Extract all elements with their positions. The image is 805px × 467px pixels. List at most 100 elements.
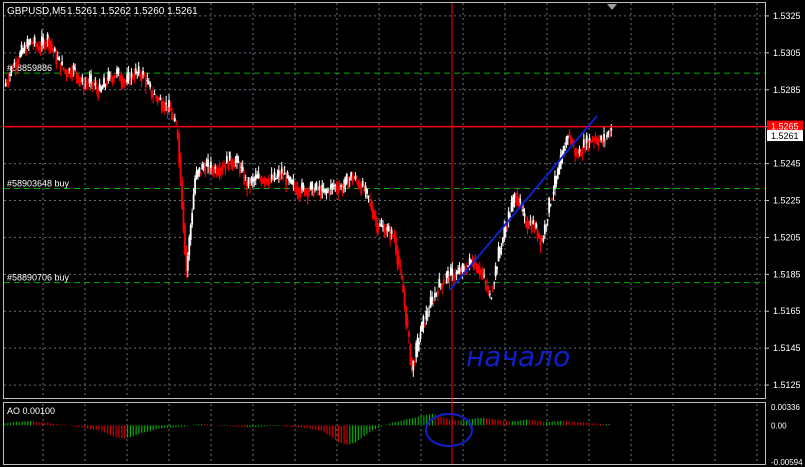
candle-body — [340, 185, 342, 187]
candle-body — [501, 237, 504, 243]
candle-body — [204, 165, 207, 175]
candle-body — [66, 70, 69, 77]
candle-body — [574, 148, 577, 157]
candle-body — [39, 47, 42, 50]
candle-body — [496, 267, 499, 269]
candle-body — [581, 149, 584, 156]
candle-body — [444, 279, 446, 282]
candle-body — [247, 177, 250, 186]
candle-body — [165, 102, 168, 105]
candle-body — [129, 79, 131, 85]
candle-body — [159, 98, 162, 100]
candle-body — [105, 82, 108, 86]
candle-body — [168, 99, 170, 107]
candle-body — [590, 140, 592, 143]
candle-body — [483, 275, 485, 277]
candle-body — [74, 68, 76, 70]
candle-body — [194, 178, 196, 194]
current-price-label: 1.5261 — [771, 131, 799, 141]
candle-body — [347, 182, 350, 189]
candle-body — [412, 360, 415, 371]
candle-body — [486, 285, 488, 291]
candle-body — [603, 133, 605, 142]
candle-body — [249, 184, 251, 187]
candle-body — [522, 209, 525, 212]
candle-body — [493, 282, 496, 284]
candle-body — [35, 44, 37, 46]
candle-body — [523, 213, 526, 217]
candle-body — [356, 180, 358, 182]
candle-body — [432, 300, 435, 304]
price-tick-label: 1.5205 — [773, 232, 801, 242]
price-tick-label: 1.5165 — [773, 306, 801, 316]
ao-tick-label: -0.00594 — [771, 458, 803, 467]
candle-body — [527, 222, 530, 230]
candle-body — [499, 248, 501, 255]
candle-body — [608, 132, 611, 137]
candle-body — [140, 74, 143, 81]
ao-label: AO 0.00100 — [7, 406, 55, 416]
candle-body — [311, 181, 314, 190]
candle-body — [169, 108, 172, 112]
candle-body — [462, 266, 465, 272]
candle-body — [600, 135, 603, 141]
candle-body — [506, 226, 509, 229]
candle-body — [361, 181, 364, 187]
candle-body — [374, 215, 377, 220]
candle-body — [454, 274, 457, 279]
price-tick-label: 1.5225 — [773, 196, 801, 206]
candle-body — [390, 229, 393, 234]
order-label: #58903648 buy — [7, 179, 70, 189]
price-tick-label: 1.5185 — [773, 269, 801, 279]
candle-body — [318, 186, 321, 191]
candle-body — [179, 156, 182, 180]
price-tick-label: 1.5145 — [773, 343, 801, 353]
candle-body — [568, 132, 571, 134]
candle-body — [142, 70, 144, 75]
candle-body — [238, 163, 241, 174]
candle-body — [210, 161, 212, 168]
candle-body — [227, 162, 230, 170]
price-tick-label: 1.5125 — [773, 380, 801, 390]
candle-body — [146, 79, 149, 82]
candle-body — [90, 74, 92, 83]
candle-body — [367, 195, 370, 197]
annotation-text: начало — [466, 340, 570, 373]
candle-body — [117, 68, 120, 74]
candle-body — [369, 198, 371, 200]
candle-body — [228, 151, 231, 162]
candle-body — [418, 342, 420, 345]
candle-body — [149, 83, 152, 88]
candle-body — [546, 219, 549, 221]
candle-body — [610, 128, 613, 131]
candle-body — [419, 332, 422, 339]
quote-values: 1.5261 1.5262 1.5260 1.5261 — [67, 6, 198, 17]
candle-body — [143, 74, 146, 77]
candle-body — [400, 274, 403, 279]
candle-body — [186, 255, 189, 271]
candle-body — [64, 69, 66, 72]
candle-body — [438, 278, 441, 288]
candle-body — [334, 184, 337, 186]
ao-tick-label: 0.00336 — [771, 403, 800, 412]
candle-body — [406, 318, 409, 328]
candle-body — [308, 189, 311, 192]
candle-body — [315, 182, 318, 190]
chart-title: GBPUSD,M5 — [7, 6, 66, 17]
candle-body — [535, 223, 538, 228]
candle-body — [564, 149, 566, 151]
candle-body — [114, 74, 117, 77]
order-label: #58890706 buy — [7, 273, 70, 283]
candle-body — [283, 173, 286, 175]
candle-body — [490, 297, 493, 299]
candle-body — [606, 135, 608, 138]
candle-body — [354, 175, 357, 179]
chart-canvas[interactable]: #58859886#58903648 buy#58890706 buy 1.53… — [0, 0, 805, 467]
candle-body — [221, 167, 224, 171]
candle-body — [567, 136, 569, 139]
candle-body — [9, 74, 11, 76]
candle-body — [403, 292, 406, 307]
candle-body — [224, 164, 227, 170]
price-tick-label: 1.5325 — [773, 11, 801, 21]
candle-body — [532, 220, 535, 224]
